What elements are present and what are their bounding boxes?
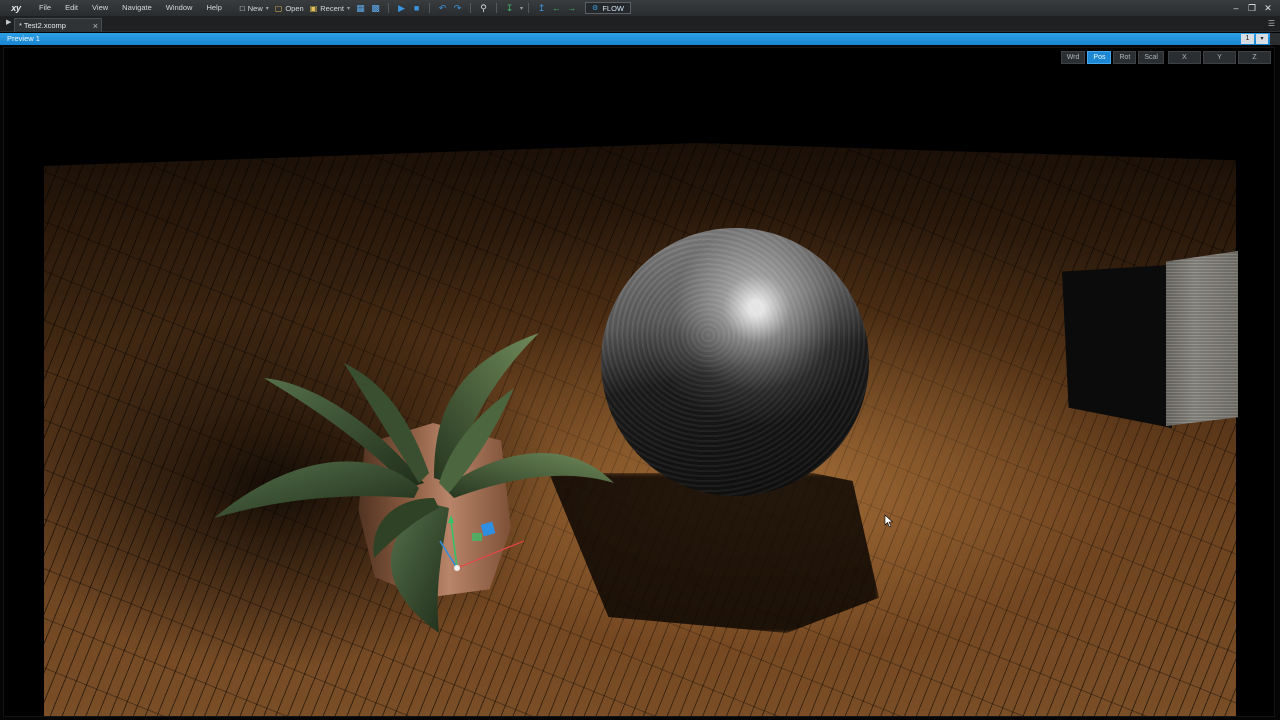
- 3d-viewport[interactable]: Wrd Pos Rot Scal X Y Z: [3, 47, 1275, 717]
- chevron-down-icon[interactable]: ▾: [1256, 34, 1268, 44]
- toolbar-divider: [470, 3, 472, 13]
- new-button[interactable]: □ New ▾: [237, 1, 272, 15]
- flow-icon: ⚙: [592, 5, 599, 12]
- save-all-icon[interactable]: ▩: [368, 1, 383, 15]
- rotation-mode-button[interactable]: Rot: [1113, 51, 1137, 64]
- new-button-label: New: [247, 3, 263, 13]
- preview-number[interactable]: 1: [1241, 34, 1254, 44]
- stone-sphere[interactable]: [601, 228, 869, 496]
- magnifier-icon[interactable]: ⚲: [476, 1, 491, 15]
- close-icon[interactable]: ✕: [1260, 3, 1276, 14]
- toolbar-divider: [429, 3, 431, 13]
- position-mode-button[interactable]: Pos: [1087, 51, 1112, 64]
- transform-gizmo[interactable]: [434, 513, 534, 573]
- recent-files-icon: ▣: [309, 3, 318, 13]
- tab-test2-xcomp[interactable]: * Test2.xcomp ×: [14, 18, 102, 32]
- toolbar: □ New ▾ ▢ Open ▣ Recent ▾ ▦ ▩ ▶ ■ ↶ ↷ ⚲ …: [237, 0, 631, 16]
- menubar: xy File Edit View Navigate Window Help □…: [0, 0, 1280, 16]
- maximize-icon[interactable]: ❐: [1244, 3, 1260, 14]
- open-button-label: Open: [285, 3, 304, 13]
- stop-icon[interactable]: ■: [409, 1, 424, 15]
- menu-edit[interactable]: Edit: [58, 0, 85, 16]
- document-tab-bar: ▶ * Test2.xcomp × ☰: [0, 16, 1280, 32]
- flow-button-label: FLOW: [602, 3, 624, 13]
- toolbar-divider: [388, 3, 390, 13]
- undo-icon[interactable]: ↶: [435, 1, 450, 15]
- recent-button-label: Recent: [320, 3, 345, 13]
- preview-header: Preview 1 1 ▾: [0, 33, 1280, 45]
- close-tab-icon[interactable]: ×: [93, 21, 101, 31]
- axis-x-button[interactable]: X: [1168, 51, 1201, 64]
- app-logo: xy: [11, 3, 21, 13]
- cube-shadow-face: [1062, 264, 1172, 428]
- menu-file[interactable]: File: [32, 0, 58, 16]
- minimize-icon[interactable]: –: [1228, 3, 1244, 13]
- mouse-cursor-icon: [884, 514, 894, 528]
- preview-title: Preview 1: [7, 34, 40, 43]
- save-icon[interactable]: ▦: [353, 1, 368, 15]
- chevron-down-icon[interactable]: ▾: [347, 5, 350, 12]
- tab-menu-icon[interactable]: ☰: [1268, 19, 1275, 28]
- axis-z-button[interactable]: Z: [1238, 51, 1271, 64]
- redo-icon[interactable]: ↷: [450, 1, 465, 15]
- menu-window[interactable]: Window: [159, 0, 200, 16]
- toolbar-divider: [528, 3, 530, 13]
- tab-label: * Test2.xcomp: [19, 21, 66, 30]
- new-file-icon: □: [239, 3, 245, 13]
- folder-icon: ▢: [274, 3, 283, 13]
- menu-navigate[interactable]: Navigate: [115, 0, 159, 16]
- window-controls: – ❐ ✕: [1228, 0, 1276, 16]
- menu-view[interactable]: View: [85, 0, 115, 16]
- flow-button[interactable]: ⚙ FLOW: [585, 2, 631, 14]
- scale-mode-button[interactable]: Scal: [1138, 51, 1164, 64]
- chevron-down-icon[interactable]: ▾: [266, 5, 269, 12]
- world-space-button[interactable]: Wrd: [1060, 51, 1086, 64]
- open-button[interactable]: ▢ Open: [272, 1, 307, 15]
- tab-scroll-icon[interactable]: ▶: [6, 18, 11, 26]
- arrow-up-icon[interactable]: ↥: [534, 1, 549, 15]
- chevron-down-icon[interactable]: ▾: [520, 5, 523, 12]
- cube-lit-face: [1166, 251, 1238, 426]
- toolbar-divider: [496, 3, 498, 13]
- arrow-left-icon[interactable]: ←: [549, 1, 564, 15]
- play-icon[interactable]: ▶: [394, 1, 409, 15]
- plant-leaves[interactable]: [194, 283, 634, 633]
- preview-scroll-handle[interactable]: [1270, 33, 1280, 45]
- axis-y-button[interactable]: Y: [1203, 51, 1236, 64]
- snap-down-icon[interactable]: ↧: [502, 1, 517, 15]
- menu-help[interactable]: Help: [199, 0, 228, 16]
- recent-button[interactable]: ▣ Recent ▾: [307, 1, 353, 15]
- transform-mode-bar: Wrd Pos Rot Scal: [1060, 51, 1164, 64]
- axis-constraint-bar: X Y Z: [1168, 51, 1271, 64]
- arrow-right-icon[interactable]: →: [564, 1, 579, 15]
